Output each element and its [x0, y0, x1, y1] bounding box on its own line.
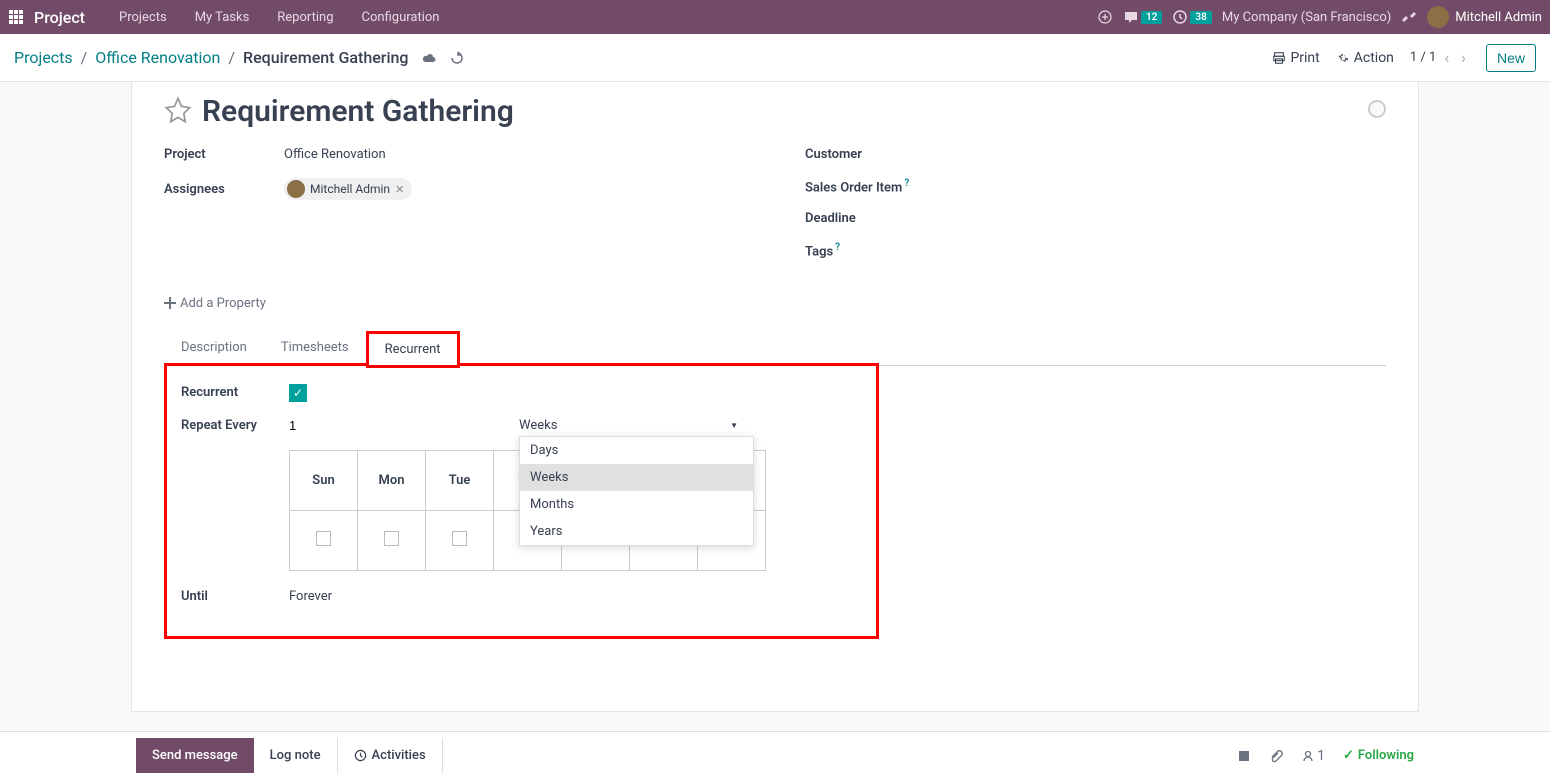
day-head-sun: Sun	[290, 450, 358, 510]
action-bar: Projects / Office Renovation / Requireme…	[0, 34, 1550, 82]
label-customer: Customer	[805, 147, 925, 162]
label-project: Project	[164, 147, 284, 162]
user-avatar	[1427, 6, 1449, 28]
repeat-unit-value: Weeks	[519, 418, 557, 433]
new-button[interactable]: New	[1486, 44, 1536, 72]
label-recurrent: Recurrent	[181, 385, 289, 400]
kanban-state-icon[interactable]	[1368, 100, 1386, 118]
top-nav: Project Projects My Tasks Reporting Conf…	[0, 0, 1550, 34]
messages-badge: 12	[1141, 11, 1162, 24]
remove-assignee-icon[interactable]: ✕	[395, 183, 404, 196]
breadcrumb-separator: /	[228, 48, 235, 67]
form-sheet: Requirement Gathering Project Office Ren…	[131, 82, 1419, 712]
apps-icon[interactable]	[8, 9, 24, 25]
pager-count: 1 / 1	[1410, 50, 1436, 65]
discard-icon[interactable]	[449, 50, 465, 66]
tab-timesheets[interactable]: Timesheets	[264, 331, 366, 366]
tab-recurrent[interactable]: Recurrent	[366, 331, 460, 368]
recurrent-checkbox[interactable]: ✓	[289, 384, 307, 402]
activities-button[interactable]: Activities	[338, 738, 443, 773]
activities-badge: 38	[1190, 11, 1211, 24]
book-icon[interactable]	[1237, 749, 1251, 763]
day-checkbox-tue[interactable]	[452, 531, 467, 546]
help-icon[interactable]: ?	[835, 242, 840, 253]
chatter-bar: Send message Log note Activities 1 Follo…	[0, 731, 1550, 779]
label-until: Until	[181, 589, 289, 604]
priority-star-icon[interactable]	[164, 96, 192, 128]
brand-label: Project	[34, 8, 85, 27]
nav-item-projects[interactable]: Projects	[105, 2, 181, 33]
label-repeat-every: Repeat Every	[181, 418, 289, 433]
label-deadline: Deadline	[805, 211, 925, 226]
recurrent-panel: Recurrent ✓ Repeat Every Weeks ▼ Days We…	[164, 363, 879, 639]
task-title[interactable]: Requirement Gathering	[202, 94, 514, 129]
caret-down-icon: ▼	[730, 421, 738, 430]
nav-menu: Projects My Tasks Reporting Configuratio…	[105, 2, 453, 33]
label-sales-order-item: Sales Order Item?	[805, 178, 925, 195]
cloud-save-icon[interactable]	[421, 50, 437, 66]
dropdown-option-days[interactable]: Days	[520, 437, 753, 464]
until-value[interactable]: Forever	[289, 589, 332, 604]
dropdown-option-years[interactable]: Years	[520, 518, 753, 545]
nav-item-reporting[interactable]: Reporting	[263, 2, 347, 33]
user-name: Mitchell Admin	[1455, 10, 1542, 25]
repeat-unit-dropdown: Days Weeks Months Years	[519, 436, 754, 546]
label-assignees: Assignees	[164, 182, 284, 197]
day-checkbox-sun[interactable]	[316, 531, 331, 546]
dropdown-option-months[interactable]: Months	[520, 491, 753, 518]
assignee-name: Mitchell Admin	[310, 182, 390, 196]
repeat-unit-select[interactable]: Weeks ▼ Days Weeks Months Years	[519, 416, 754, 436]
pager-prev[interactable]: ‹	[1440, 48, 1453, 67]
company-label[interactable]: My Company (San Francisco)	[1222, 10, 1391, 25]
nav-item-configuration[interactable]: Configuration	[348, 2, 454, 33]
follower-count[interactable]: 1	[1301, 748, 1325, 764]
tabs: Description Timesheets Recurrent	[164, 331, 1386, 366]
field-project[interactable]: Office Renovation	[284, 147, 386, 162]
day-head-mon: Mon	[358, 450, 426, 510]
action-menu[interactable]: Action	[1336, 50, 1394, 66]
action-bar-right: Print Action 1 / 1 ‹ › New	[1272, 44, 1536, 72]
pager: 1 / 1 ‹ ›	[1410, 48, 1470, 67]
breadcrumb-current: Requirement Gathering	[243, 48, 409, 67]
send-message-button[interactable]: Send message	[136, 738, 254, 773]
print-button[interactable]: Print	[1272, 50, 1319, 66]
day-head-tue: Tue	[426, 450, 494, 510]
dropdown-option-weeks[interactable]: Weeks	[520, 464, 753, 491]
repeat-number-input[interactable]	[289, 416, 519, 435]
breadcrumb-project[interactable]: Office Renovation	[95, 48, 220, 67]
tools-icon[interactable]	[1401, 9, 1417, 25]
log-note-button[interactable]: Log note	[254, 738, 338, 773]
tab-description[interactable]: Description	[164, 331, 264, 366]
label-tags: Tags?	[805, 242, 925, 259]
day-checkbox-mon[interactable]	[384, 531, 399, 546]
pager-next[interactable]: ›	[1457, 48, 1470, 67]
assignee-tag[interactable]: Mitchell Admin ✕	[284, 178, 412, 200]
breadcrumb-separator: /	[81, 48, 88, 67]
messages-icon[interactable]: 12	[1123, 9, 1162, 25]
attachment-icon[interactable]	[1269, 749, 1283, 763]
following-button[interactable]: Following	[1343, 748, 1414, 763]
assignee-avatar	[287, 180, 305, 198]
nav-right: 12 38 My Company (San Francisco) Mitchel…	[1097, 6, 1542, 28]
breadcrumb: Projects / Office Renovation / Requireme…	[14, 48, 465, 67]
support-icon[interactable]	[1097, 9, 1113, 25]
breadcrumb-root[interactable]: Projects	[14, 48, 73, 67]
add-property-button[interactable]: Add a Property	[164, 296, 266, 311]
activities-icon[interactable]: 38	[1172, 9, 1211, 25]
user-menu[interactable]: Mitchell Admin	[1427, 6, 1542, 28]
help-icon[interactable]: ?	[904, 178, 909, 189]
nav-item-mytasks[interactable]: My Tasks	[181, 2, 264, 33]
